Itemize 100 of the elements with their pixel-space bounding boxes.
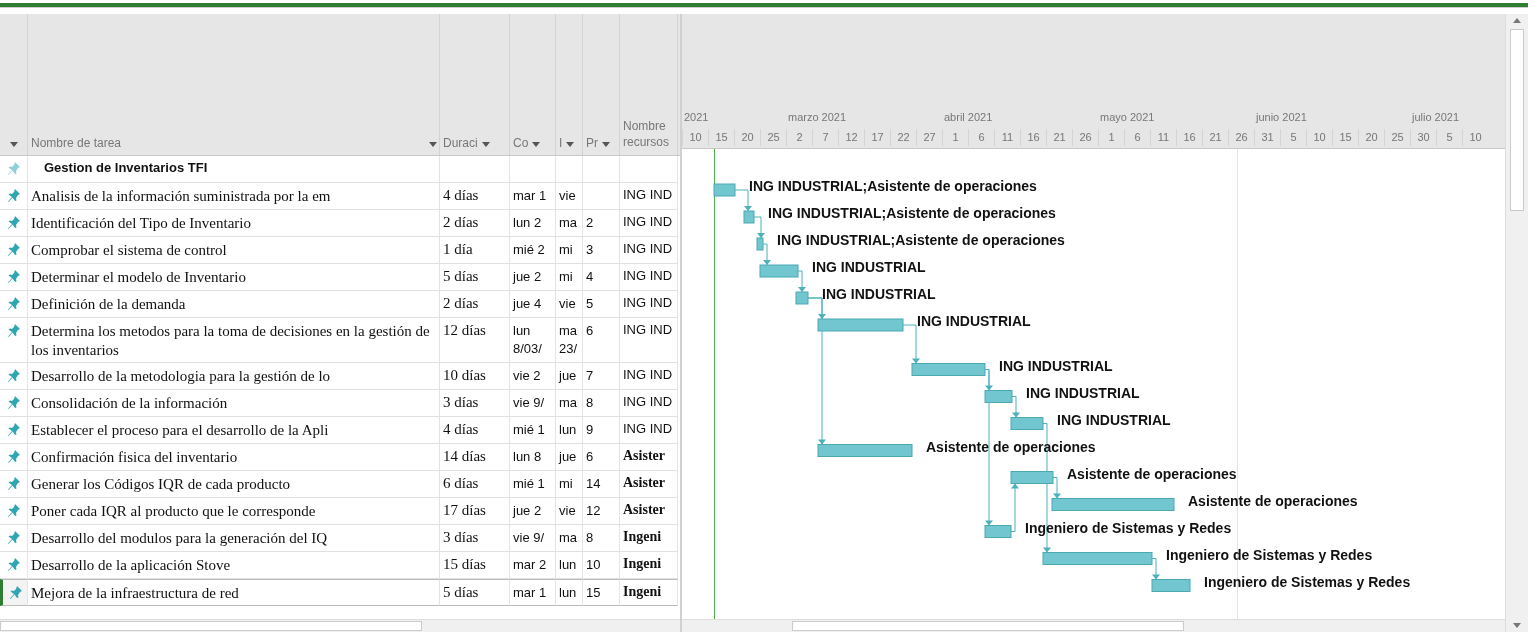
gantt-bar[interactable] xyxy=(1151,579,1191,593)
gantt-bar[interactable] xyxy=(1051,498,1175,512)
dependency-arrow xyxy=(753,217,765,239)
pin-icon xyxy=(8,324,20,337)
bar-label: Ingeniero de Sistemas y Redes xyxy=(1204,574,1411,590)
bar-label: Asistente de operaciones xyxy=(1067,466,1237,482)
bar-label: ING INDUSTRIAL xyxy=(999,358,1113,374)
column-header[interactable]: Duraci xyxy=(440,14,510,155)
column-header[interactable]: Nombre de tarea xyxy=(28,14,440,155)
predecessor-cell: 14 xyxy=(583,470,620,498)
task-name: Generar los Códigos IQR de cada producto xyxy=(28,470,440,498)
dropdown-caret-icon[interactable] xyxy=(429,142,437,147)
column-header[interactable]: Nombre recursos xyxy=(620,14,678,155)
finish-cell: lun xyxy=(556,416,583,444)
day-tick: 6 xyxy=(968,129,994,147)
day-tick: 17 xyxy=(864,129,890,147)
pin-icon xyxy=(8,449,20,463)
column-header[interactable]: I xyxy=(556,14,583,155)
day-tick: 2 xyxy=(786,129,812,147)
finish-cell: ma 23/ xyxy=(556,318,583,363)
duration-cell: 12 días xyxy=(440,318,510,363)
pin-icon xyxy=(8,216,20,229)
duration-cell: 1 día xyxy=(440,237,510,264)
pin-icon xyxy=(8,368,20,382)
gantt-bar[interactable] xyxy=(795,292,809,305)
dependency-arrow xyxy=(797,271,806,293)
day-tick: 15 xyxy=(708,129,734,147)
dependency-arrow xyxy=(762,244,771,266)
day-tick: 16 xyxy=(1020,129,1046,147)
row-indicator[interactable] xyxy=(0,578,28,606)
scrollbar-thumb[interactable] xyxy=(792,621,1184,632)
pin-icon xyxy=(8,422,20,436)
gantt-bar[interactable] xyxy=(759,265,799,278)
pin-icon xyxy=(8,243,20,256)
duration-cell: 10 días xyxy=(440,362,510,390)
bar-label: ING INDUSTRIAL xyxy=(917,313,1031,330)
day-tick: 12 xyxy=(838,129,864,147)
scroll-up-icon[interactable] xyxy=(1513,18,1521,23)
duration-cell: 15 días xyxy=(440,551,510,579)
pin-icon xyxy=(8,530,20,544)
dropdown-caret-icon[interactable] xyxy=(602,142,610,147)
duration-cell: 4 días xyxy=(440,183,510,210)
scrollbar-thumb[interactable] xyxy=(0,621,422,631)
bar-label: ING INDUSTRIAL;Asistente de operaciones xyxy=(768,205,1056,222)
day-tick: 1 xyxy=(1098,129,1124,147)
gantt-bar[interactable] xyxy=(713,184,736,197)
finish-cell: jue xyxy=(556,362,583,390)
predecessor-cell: 4 xyxy=(583,264,620,291)
gantt-bar[interactable] xyxy=(911,363,986,377)
pin-icon xyxy=(8,189,20,202)
bar-label: ING INDUSTRIAL;Asistente de operaciones xyxy=(777,232,1065,249)
gantt-bar[interactable] xyxy=(984,525,1012,539)
resource-cell: ING IND xyxy=(620,210,678,237)
day-tick: 26 xyxy=(1228,129,1254,147)
task-name: Desarrollo del modulos para la generación del IQ xyxy=(28,524,440,552)
day-tick: 10 xyxy=(1306,129,1332,147)
gantt-bar[interactable] xyxy=(756,238,764,251)
resource-cell: ING IND xyxy=(620,264,678,291)
dropdown-caret-icon[interactable] xyxy=(481,142,490,147)
gantt-bar[interactable] xyxy=(984,390,1013,404)
gantt-bar[interactable] xyxy=(1010,417,1044,431)
day-tick: 22 xyxy=(890,129,916,147)
day-tick: 16 xyxy=(1176,129,1202,147)
month-label: julio 2021 xyxy=(1410,111,1461,126)
predecessor-cell: 8 xyxy=(583,389,620,417)
bar-label: ING INDUSTRIAL xyxy=(1057,412,1171,428)
duration-cell: 4 días xyxy=(440,416,510,444)
finish-cell: jue xyxy=(556,443,583,471)
scrollbar-thumb[interactable] xyxy=(1510,29,1524,211)
day-tick: 20 xyxy=(1358,129,1384,147)
dropdown-caret-icon[interactable] xyxy=(566,142,575,147)
gantt-bar[interactable] xyxy=(817,319,904,332)
scroll-down-icon[interactable] xyxy=(1513,623,1521,628)
finish-cell: vie xyxy=(556,291,583,318)
column-header[interactable]: Pr xyxy=(583,14,620,155)
start-cell: mar 2 xyxy=(510,551,556,579)
predecessor-cell: 9 xyxy=(583,416,620,444)
duration-cell: 3 días xyxy=(440,524,510,552)
duration-cell: 6 días xyxy=(440,470,510,498)
task-name: Determina los metodos para la toma de decisiones en la gestión de los inventarios xyxy=(28,318,440,363)
dropdown-caret-icon[interactable] xyxy=(532,142,541,147)
column-header[interactable]: Co xyxy=(510,14,556,155)
bar-label: ING INDUSTRIAL xyxy=(1026,385,1140,401)
predecessor-cell: 3 xyxy=(583,237,620,264)
gantt-bar[interactable] xyxy=(817,444,913,458)
day-tick: 6 xyxy=(1124,129,1150,147)
task-name: Consolidación de la información xyxy=(28,389,440,417)
task-name: Confirmación fisica del inventario xyxy=(28,443,440,471)
start-cell: lun 8 xyxy=(510,443,556,471)
task-name: Analisis de la información suministrada por la em xyxy=(28,183,440,210)
gantt-bar[interactable] xyxy=(743,211,755,224)
gantt-bar[interactable] xyxy=(1010,471,1054,485)
select-all-caret-icon[interactable] xyxy=(10,142,18,147)
gantt-bar[interactable] xyxy=(1042,552,1153,566)
predecessor-cell xyxy=(583,183,620,210)
resource-cell: ING IND xyxy=(620,362,678,390)
task-name: Identificación del Tipo de Inventario xyxy=(28,210,440,237)
dependency-arrow xyxy=(734,190,752,212)
bar-label: Asistente de operaciones xyxy=(926,439,1096,455)
task-name: Desarrollo de la aplicación Stove xyxy=(28,551,440,579)
